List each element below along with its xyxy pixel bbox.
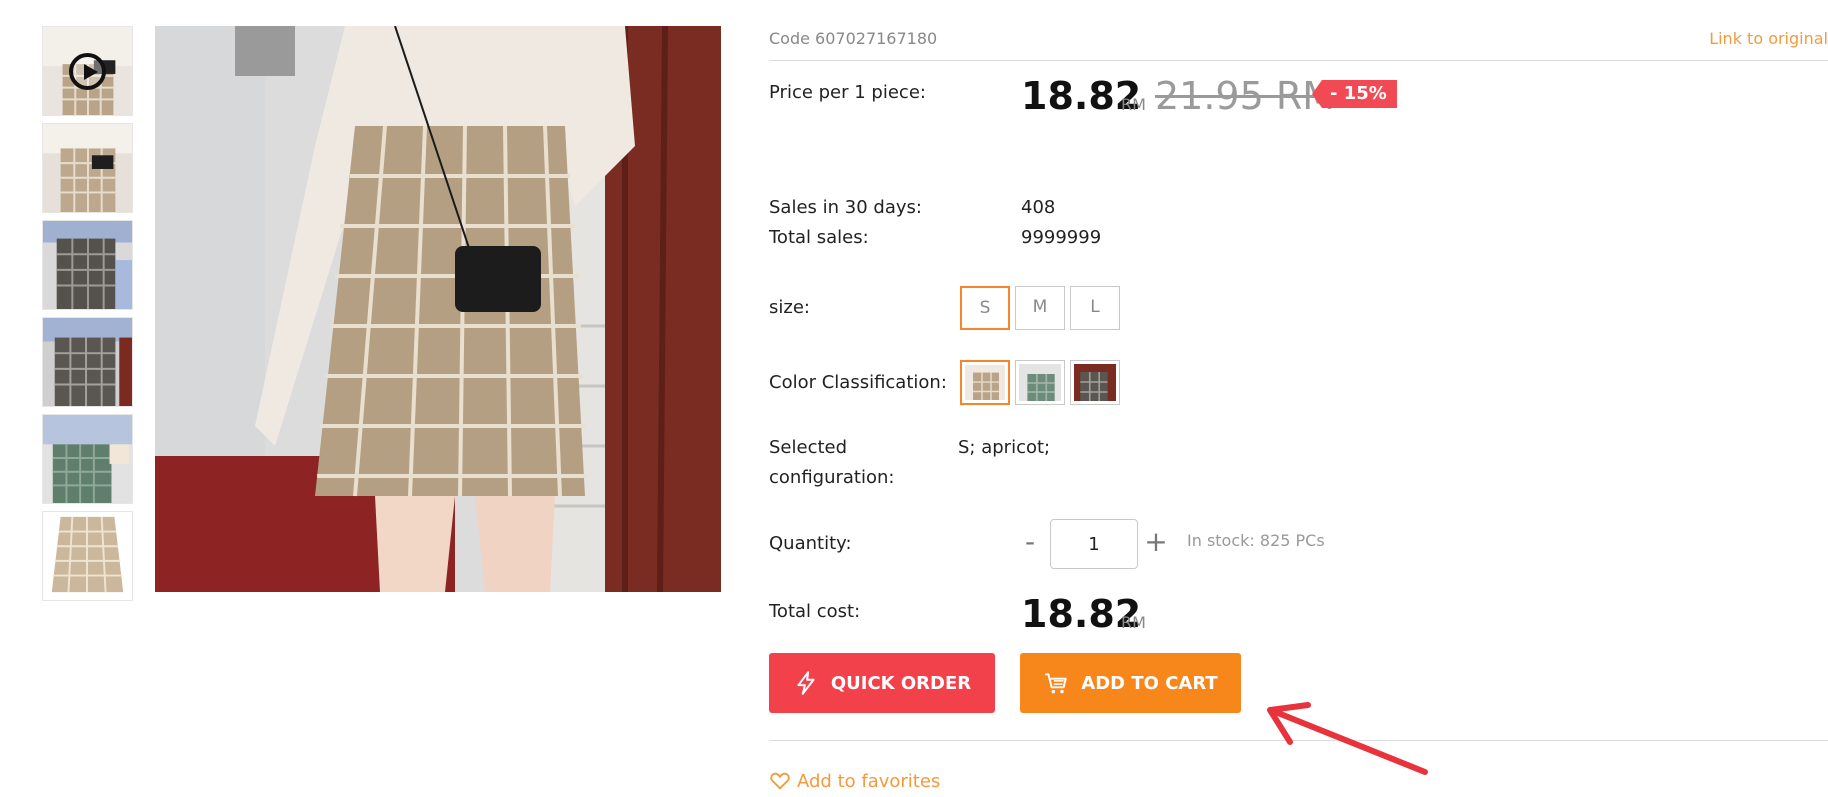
price-label: Price per 1 piece: [769, 82, 926, 103]
add-to-favorites-link[interactable]: Add to favorites [769, 770, 940, 792]
thumbnail-image [43, 318, 132, 406]
color-swatch-image [1074, 364, 1116, 401]
color-option-gray[interactable] [1070, 360, 1120, 405]
play-icon [69, 53, 106, 90]
divider [769, 60, 1828, 61]
color-swatch-image [1019, 364, 1061, 401]
thumbnail-image [43, 415, 132, 503]
main-product-image[interactable] [155, 26, 721, 592]
add-to-favorites-label: Add to favorites [797, 770, 941, 792]
lightning-icon [797, 671, 815, 695]
link-to-original[interactable]: Link to original [1709, 29, 1828, 48]
total-currency: RM [1121, 613, 1146, 632]
product-info-panel: Code 607027167180 Link to original Price… [769, 0, 1828, 797]
color-swatch-image [965, 365, 1005, 400]
color-label: Color Classification: [769, 372, 947, 393]
config-label-line1: Selected [769, 437, 848, 458]
heart-icon [770, 772, 790, 790]
config-label-line2: configuration: [769, 467, 895, 488]
color-option-apricot[interactable] [960, 360, 1010, 405]
thumbnail-image [43, 512, 132, 600]
size-label: size: [769, 297, 810, 318]
size-option-s[interactable]: S [960, 286, 1010, 330]
product-code: Code 607027167180 [769, 29, 938, 48]
sales-30-value: 408 [1021, 197, 1056, 218]
thumbnail-video[interactable] [42, 26, 133, 116]
thumbnail-image [43, 221, 132, 309]
thumbnail-6[interactable] [42, 511, 133, 601]
thumbnail-3[interactable] [42, 220, 133, 310]
thumbnail-2[interactable] [42, 123, 133, 213]
thumbnail-image [43, 124, 132, 212]
total-sales-label: Total sales: [769, 227, 869, 248]
size-option-l[interactable]: L [1070, 286, 1120, 330]
quantity-increase-button[interactable]: + [1144, 524, 1168, 560]
quick-order-label: QUICK ORDER [830, 672, 972, 694]
thumbnail-4[interactable] [42, 317, 133, 407]
add-to-cart-button[interactable]: ADD TO CART [1020, 653, 1241, 713]
quantity-decrease-button[interactable]: - [1018, 524, 1042, 560]
total-cost-label: Total cost: [769, 601, 861, 622]
stock-info: In stock: 825 PCs [1187, 531, 1325, 550]
quantity-input[interactable] [1050, 519, 1138, 569]
thumbnail-5[interactable] [42, 414, 133, 504]
price-currency: RM [1121, 95, 1146, 114]
quantity-label: Quantity: [769, 533, 852, 554]
size-option-m[interactable]: M [1015, 286, 1065, 330]
cart-icon [1045, 673, 1068, 694]
old-price: 21.95 RM [1155, 74, 1336, 118]
total-sales-value: 9999999 [1021, 227, 1102, 248]
color-option-green[interactable] [1015, 360, 1065, 405]
config-value: S; apricot; [958, 437, 1051, 458]
product-photo [155, 26, 721, 592]
discount-badge: - 15% [1312, 80, 1397, 108]
sales-30-label: Sales in 30 days: [769, 197, 922, 218]
quick-order-button[interactable]: QUICK ORDER [769, 653, 995, 713]
add-to-cart-label: ADD TO CART [1081, 672, 1218, 694]
annotation-arrow-icon [1267, 702, 1428, 775]
